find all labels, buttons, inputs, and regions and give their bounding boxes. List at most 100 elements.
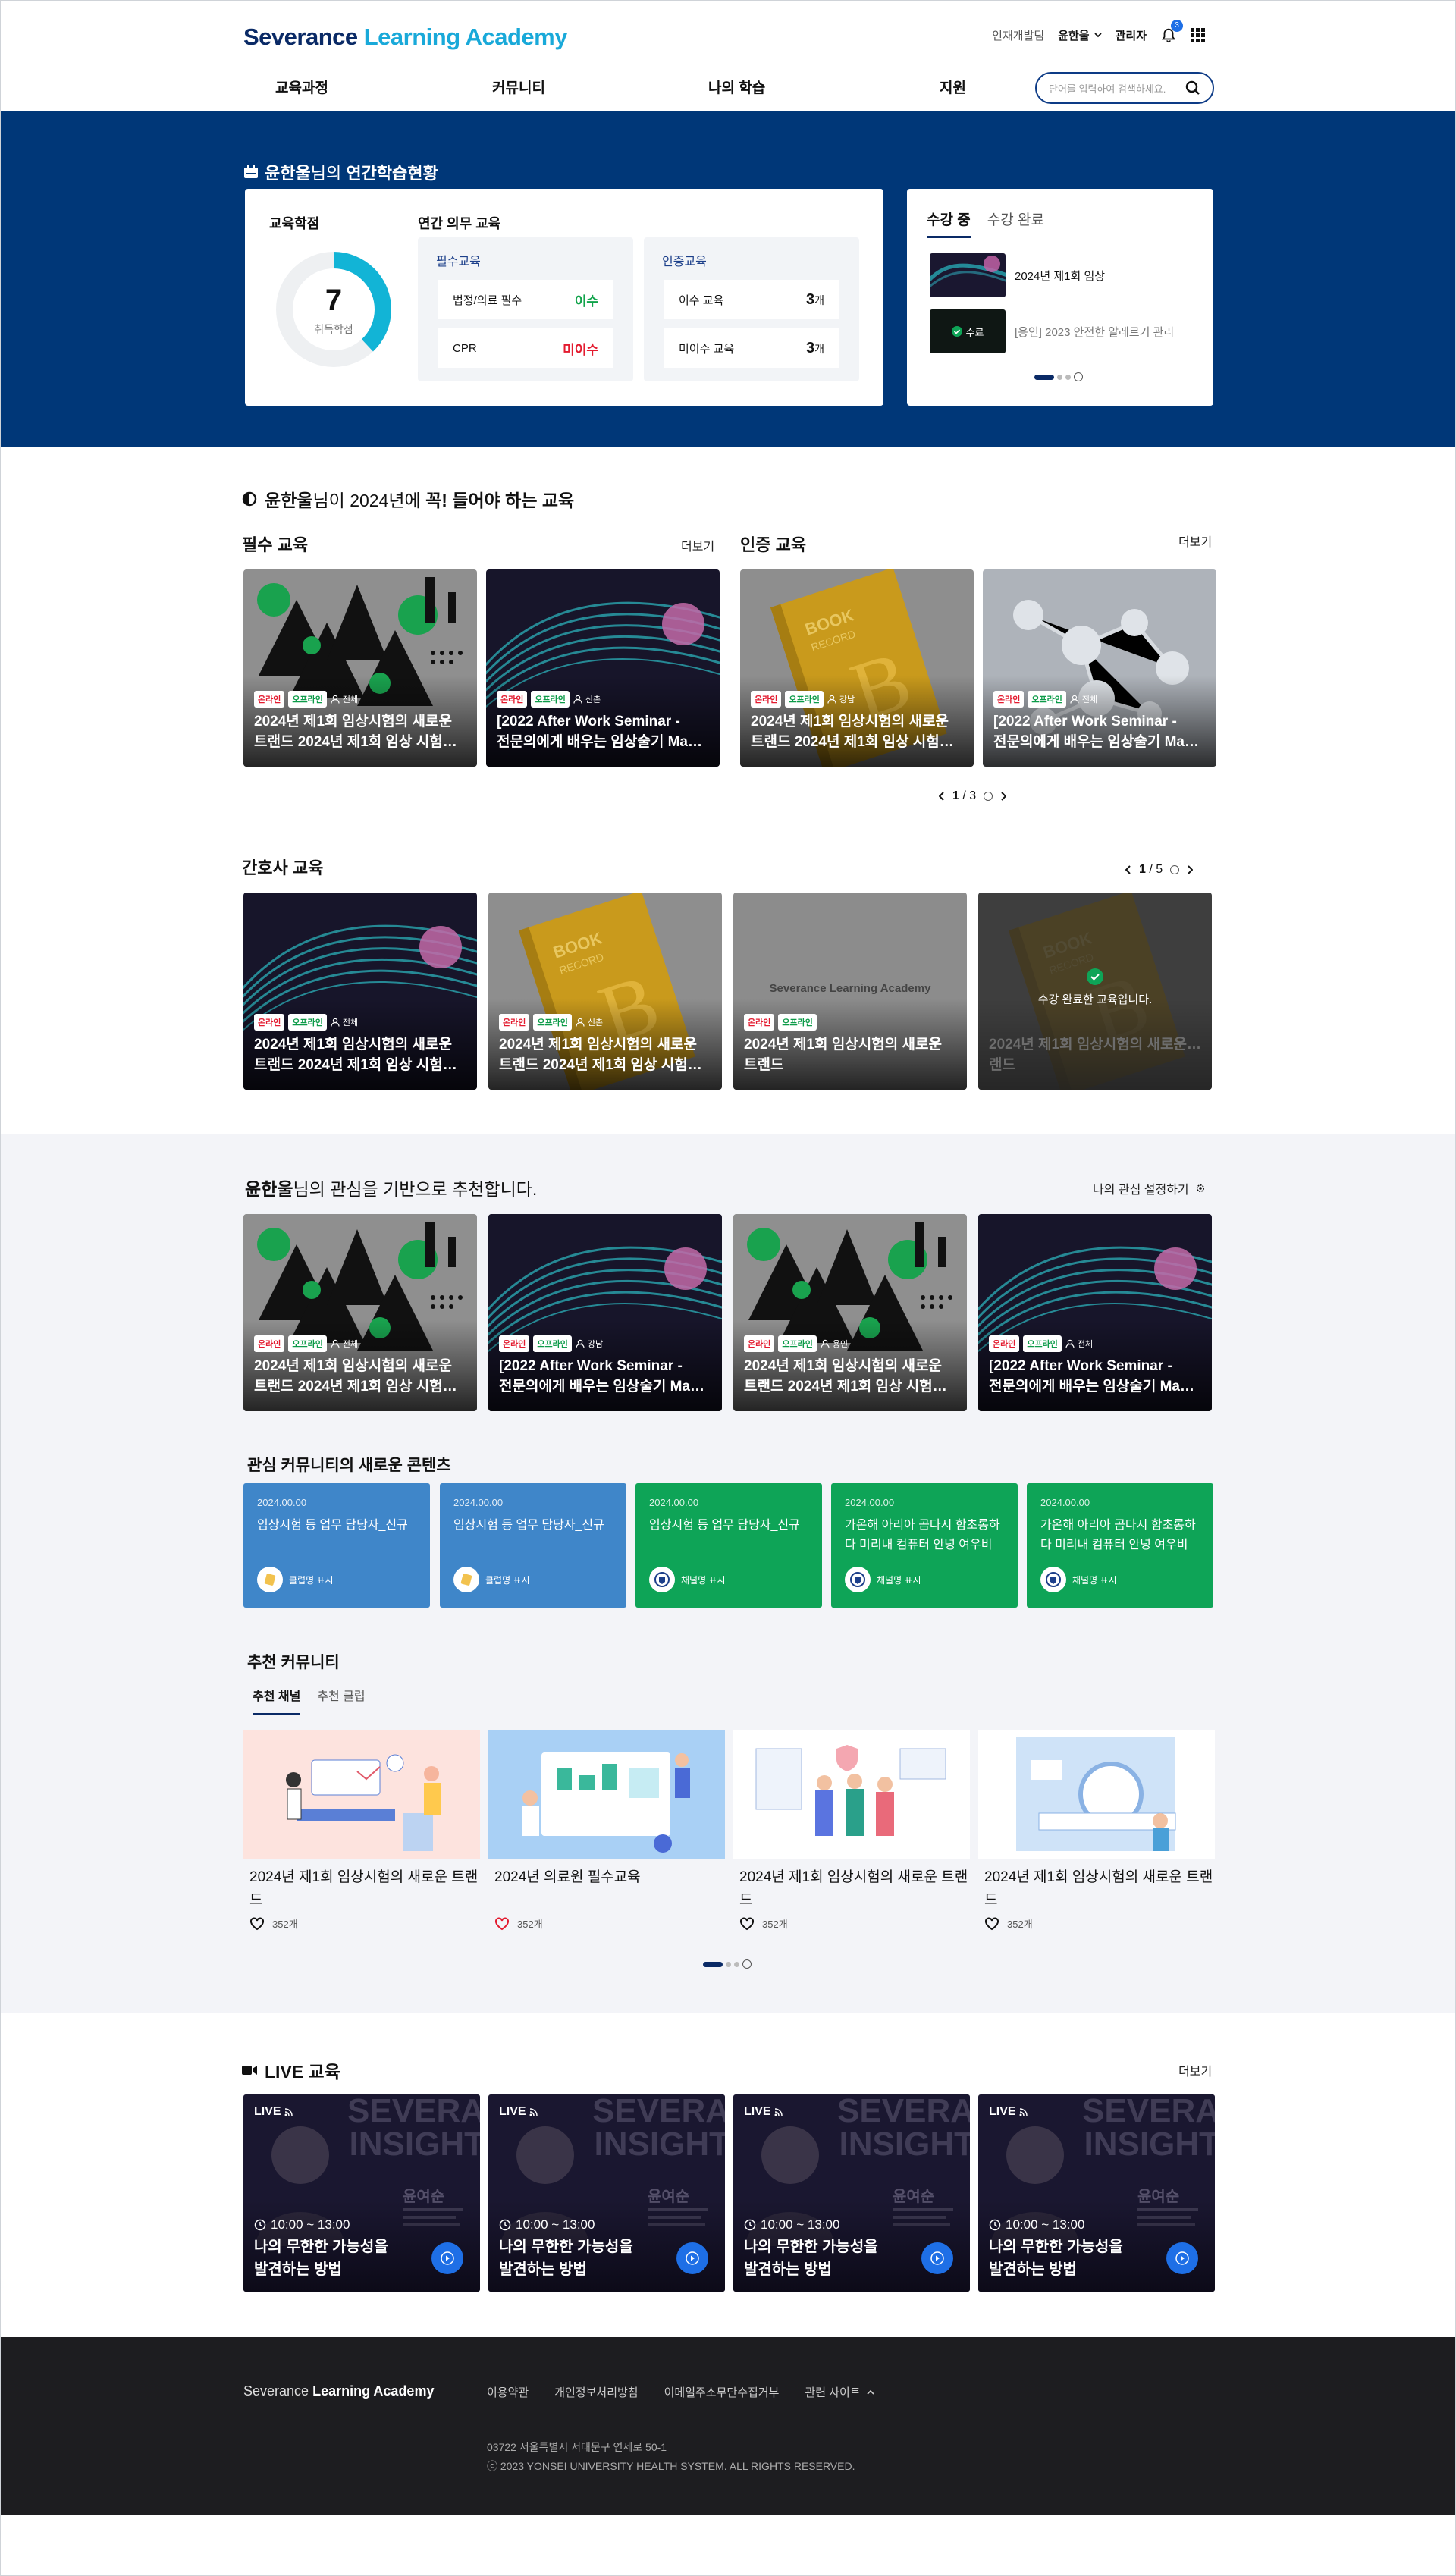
content-date: 2024.00.00 bbox=[257, 1497, 307, 1508]
play-button[interactable] bbox=[431, 2242, 463, 2274]
apps-grid-icon[interactable] bbox=[1191, 27, 1205, 42]
nav-my-learning[interactable]: 나의 학습 bbox=[708, 77, 765, 97]
community-item[interactable]: 2024년 제1회 임상시험의 새로운 트랜드 352개 bbox=[733, 1730, 970, 1931]
community-content-card[interactable]: 2024.00.00 가온해 아리아 곰다시 함초롱하다 미리내 컴퓨터 안녕 여… bbox=[831, 1483, 1018, 1608]
content-date: 2024.00.00 bbox=[1040, 1497, 1090, 1508]
card-title-line2: 트랜드 2024년 제1회 임상 시험의 새로운 트랜드 bbox=[751, 733, 963, 750]
live-card[interactable]: SEVERA INSIGHT 윤여순 LIVE 10:00 ~ 13:00 나의 무한한 … bbox=[978, 2094, 1215, 2292]
community-content-card[interactable]: 2024.00.00 임상시험 등 업무 담당자_신규 채널명 표시 bbox=[635, 1483, 822, 1608]
course-card[interactable]: 온라인 오프라인 전체 2024년 제1회 임상시험의 새로운 트랜드 2024년 제1… bbox=[243, 893, 477, 1090]
footer-link-privacy[interactable]: 개인정보처리방침 bbox=[554, 2384, 638, 2400]
nav-community[interactable]: 커뮤니티 bbox=[492, 77, 545, 97]
row-label: 법정/의료 필수 bbox=[453, 293, 522, 307]
heart-icon[interactable] bbox=[739, 1917, 755, 1931]
cert-row[interactable]: 미이수 교육 3개 bbox=[664, 328, 839, 368]
content-channel: 채널명 표시 bbox=[649, 1567, 726, 1592]
course-card[interactable]: BOOKRECORDB온라인오프라인신촌2024년 제1회 임상시험의 새로운트… bbox=[488, 893, 722, 1090]
site-logo[interactable]: Severance Learning Academy bbox=[243, 24, 567, 51]
bg-text-line2: INSIGHT bbox=[594, 2126, 725, 2163]
must-pager: 1 / 3 bbox=[939, 789, 1007, 803]
pause-icon[interactable] bbox=[742, 1959, 752, 1969]
search-input[interactable]: 단어를 입력하여 검색하세요. bbox=[1035, 72, 1214, 104]
live-card[interactable]: SEVERA INSIGHT 윤여순 LIVE 10:00 ~ 13:00 나의 무한한 … bbox=[243, 2094, 480, 2292]
live-card[interactable]: SEVERA INSIGHT 윤여순 LIVE 10:00 ~ 13:00 나의 무한한 … bbox=[733, 2094, 970, 2292]
heart-icon[interactable] bbox=[494, 1917, 510, 1931]
live-title: 나의 무한한 가능성을 발견하는 방법 bbox=[254, 2236, 388, 2281]
course-card[interactable]: BOOKRECORDB온라인오프라인강남2024년 제1회 임상시험의 새로운트… bbox=[740, 569, 974, 767]
live-more-link[interactable]: 더보기 bbox=[1178, 2061, 1212, 2079]
notification-button[interactable]: 3 bbox=[1160, 20, 1183, 43]
tag-offline: 오프라인 bbox=[288, 1335, 327, 1352]
pause-icon[interactable] bbox=[1170, 865, 1180, 874]
cert-row[interactable]: 이수 교육 3개 bbox=[664, 280, 839, 319]
course-card[interactable]: 온라인 오프라인 강남 [2022 After Work Seminar - 전문의에게… bbox=[488, 1214, 722, 1411]
carousel-dots[interactable] bbox=[703, 1959, 752, 1969]
course-card[interactable]: 온라인 오프라인 전체 [2022 After Work Seminar - 전문의에게… bbox=[983, 569, 1216, 767]
card-title-line2: 전문의에게 배우는 임상술기 Master Class] bbox=[499, 1378, 711, 1395]
admin-link[interactable]: 관리자 bbox=[1116, 27, 1147, 43]
user-icon bbox=[576, 1018, 585, 1027]
play-button[interactable] bbox=[676, 2242, 708, 2274]
required-box-title: 필수교육 bbox=[436, 256, 481, 268]
required-more-link[interactable]: 더보기 bbox=[681, 536, 714, 554]
chevron-left-icon[interactable] bbox=[939, 792, 945, 801]
chevron-right-icon[interactable] bbox=[1000, 792, 1007, 801]
live-bg-text: SEVERA INSIGHT bbox=[347, 2094, 480, 2161]
card-tags: 온라인 오프라인 전체 bbox=[989, 1335, 1093, 1352]
chevron-right-icon[interactable] bbox=[1187, 865, 1194, 874]
footer-logo[interactable]: Severance Learning Academy bbox=[243, 2383, 434, 2399]
course-card[interactable]: 온라인 오프라인 신촌 [2022 After Work Seminar - 전문의에게… bbox=[486, 569, 720, 767]
progress-item[interactable]: 수료 [용인] 2023 안전한 알레르기 관리 bbox=[930, 309, 1188, 354]
search-icon[interactable] bbox=[1185, 80, 1200, 96]
course-card[interactable]: BOOKRECORDB수강 완료한 교육입니다.2024년 제1회 임상시험의 … bbox=[978, 893, 1212, 1090]
tag-online: 온라인 bbox=[989, 1335, 1020, 1352]
credit-label: 취득학점 bbox=[314, 323, 353, 335]
community-content-card[interactable]: 2024.00.00 임상시험 등 업무 담당자_신규 클럽명 표시 bbox=[243, 1483, 430, 1608]
footer-related-sites[interactable]: 관련 사이트 bbox=[805, 2384, 874, 2400]
completed-message: 수강 완료한 교육입니다. bbox=[978, 968, 1212, 1007]
community-item[interactable]: 2024년 제1회 임상시험의 새로운 트랜드 352개 bbox=[243, 1730, 480, 1931]
bg-text-line2: INSIGHT bbox=[1084, 2126, 1215, 2163]
live-card[interactable]: SEVERA INSIGHT 윤여순 LIVE 10:00 ~ 13:00 나의 무한한 … bbox=[488, 2094, 725, 2292]
carousel-dots[interactable] bbox=[1034, 372, 1083, 381]
card-target: 신촌 bbox=[576, 1016, 603, 1028]
tab-rec-channel[interactable]: 추천 채널 bbox=[253, 1686, 301, 1715]
user-menu[interactable]: 윤한울 bbox=[1058, 27, 1102, 43]
community-image bbox=[488, 1730, 725, 1859]
cert-more-link[interactable]: 더보기 bbox=[1178, 532, 1212, 550]
tab-completed[interactable]: 수강 완료 bbox=[987, 209, 1044, 238]
tab-rec-club[interactable]: 추천 클럽 bbox=[317, 1686, 365, 1715]
progress-item[interactable]: 2024년 제1회 임상 bbox=[930, 253, 1188, 298]
footer-link-terms[interactable]: 이용약관 bbox=[487, 2384, 529, 2400]
course-card[interactable]: 온라인 오프라인 전체 2024년 제1회 임상시험의 새로운 트랜드 2024년 제1… bbox=[243, 1214, 477, 1411]
play-button[interactable] bbox=[1166, 2242, 1198, 2274]
required-row[interactable]: 법정/의료 필수 이수 bbox=[438, 280, 613, 319]
pause-icon[interactable] bbox=[1074, 372, 1083, 381]
required-row[interactable]: CPR 미이수 bbox=[438, 328, 613, 368]
community-content-card[interactable]: 2024.00.00 임상시험 등 업무 담당자_신규 클럽명 표시 bbox=[440, 1483, 626, 1608]
tab-in-progress[interactable]: 수강 중 bbox=[927, 209, 971, 238]
course-card[interactable]: 온라인 오프라인 용인 2024년 제1회 임상시험의 새로운 트랜드 2024년 제1… bbox=[733, 1214, 967, 1411]
course-card[interactable]: Severance Learning Academy 온라인 오프라인 2024년 제… bbox=[733, 893, 967, 1090]
play-button[interactable] bbox=[921, 2242, 953, 2274]
tag-offline: 오프라인 bbox=[785, 691, 824, 708]
channel-avatar-icon bbox=[850, 1572, 865, 1587]
course-card[interactable]: 온라인 오프라인 전체 [2022 After Work Seminar - 전문의에게… bbox=[978, 1214, 1212, 1411]
likes-count: 352개 bbox=[762, 1919, 788, 1930]
community-item[interactable]: 2024년 의료원 필수교육 352개 bbox=[488, 1730, 725, 1931]
nav-courses[interactable]: 교육과정 bbox=[275, 77, 328, 97]
required-edu-title: 필수 교육 bbox=[242, 535, 309, 554]
heart-icon[interactable] bbox=[984, 1917, 999, 1931]
broadcast-icon bbox=[529, 2108, 538, 2116]
nav-support[interactable]: 지원 bbox=[940, 77, 966, 97]
chevron-left-icon[interactable] bbox=[1125, 865, 1131, 874]
community-item[interactable]: 2024년 제1회 임상시험의 새로운 트랜드 352개 bbox=[978, 1730, 1215, 1931]
heart-icon[interactable] bbox=[249, 1917, 265, 1931]
pause-icon[interactable] bbox=[984, 792, 993, 801]
course-card[interactable]: 온라인 오프라인 전체 2024년 제1회 임상시험의 새로운 트랜드 2024년 제1… bbox=[243, 569, 477, 767]
club-avatar-icon bbox=[264, 1574, 276, 1586]
footer-link-email[interactable]: 이메일주소무단수집거부 bbox=[664, 2384, 780, 2400]
card-title-line1: 2024년 제1회 임상시험의 새로운 bbox=[254, 1037, 452, 1053]
interest-settings-link[interactable]: 나의 관심 설정하기 bbox=[1093, 1179, 1206, 1197]
community-content-card[interactable]: 2024.00.00 가온해 아리아 곰다시 함초롱하다 미리내 컴퓨터 안녕 여… bbox=[1027, 1483, 1213, 1608]
